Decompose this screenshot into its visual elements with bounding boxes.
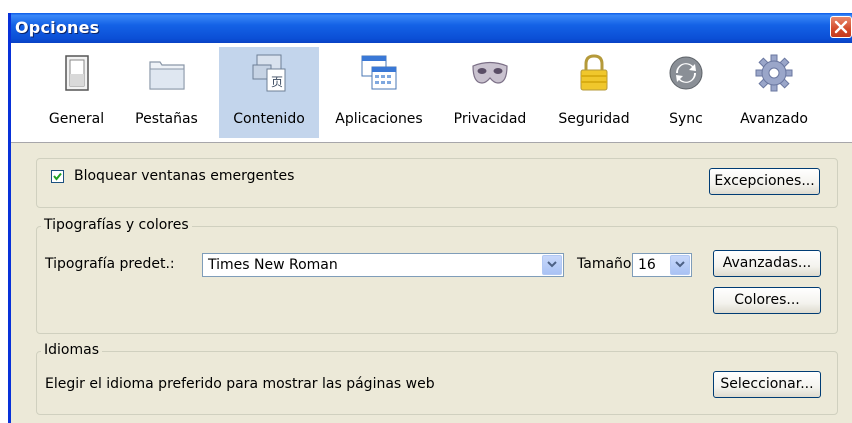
default-font-label: Tipografía predet.: (45, 256, 175, 272)
default-font-dropdown-arrow[interactable] (542, 255, 562, 275)
close-button[interactable] (830, 16, 852, 38)
sync-icon (669, 56, 703, 90)
exceptions-button[interactable]: Excepciones... (709, 168, 820, 195)
popups-group: Bloquear ventanas emergentes Excepciones… (36, 158, 838, 208)
title-bar[interactable]: Opciones (11, 13, 852, 43)
font-size-select[interactable]: 16 (632, 253, 692, 277)
languages-description: Elegir el idioma preferido para mostrar … (45, 376, 435, 392)
fonts-colors-group: Tipografías y colores Tipografía predet.… (36, 217, 838, 334)
tab-security-label: Seguridad (558, 111, 630, 127)
chevron-down-icon (547, 261, 557, 268)
mask-icon (472, 61, 508, 84)
options-dialog: Opciones General Pestañas 页 Contenido Ap… (8, 13, 852, 423)
content-icon: 页 (252, 54, 286, 92)
select-language-button[interactable]: Seleccionar... (713, 371, 821, 398)
fonts-colors-legend: Tipografías y colores (41, 217, 192, 233)
close-icon (834, 20, 848, 34)
checkmark-icon (53, 172, 62, 181)
tab-sync[interactable]: Sync (656, 47, 716, 138)
tab-security[interactable]: Seguridad (549, 47, 639, 138)
default-font-select[interactable]: Times New Roman (202, 253, 564, 277)
font-size-dropdown-arrow[interactable] (670, 255, 690, 275)
font-size-value: 16 (638, 257, 656, 273)
tab-sync-label: Sync (669, 111, 703, 127)
tab-privacy-label: Privacidad (453, 111, 527, 127)
switch-icon (64, 55, 89, 91)
tab-privacy[interactable]: Privacidad (445, 47, 535, 138)
block-popups-label: Bloquear ventanas emergentes (74, 168, 295, 184)
tab-applications[interactable]: Aplicaciones (329, 47, 429, 138)
tab-tabs-label: Pestañas (135, 111, 198, 127)
tabs-icon (148, 61, 185, 90)
tab-tabs[interactable]: Pestañas (124, 47, 209, 138)
advanced-fonts-button[interactable]: Avanzadas... (713, 250, 821, 277)
tab-applications-label: Aplicaciones (335, 111, 423, 127)
tab-general[interactable]: General (39, 47, 114, 138)
tab-content-label: Contenido (233, 111, 305, 127)
padlock-icon (580, 54, 608, 91)
tab-general-label: General (48, 111, 105, 127)
svg-text:页: 页 (271, 75, 283, 89)
default-font-value: Times New Roman (208, 257, 338, 273)
languages-group: Idiomas Elegir el idioma preferido para … (36, 342, 838, 415)
preferences-toolbar: General Pestañas 页 Contenido Aplicacione… (11, 43, 852, 143)
tab-advanced-label: Avanzado (740, 111, 808, 127)
size-label: Tamaño: (577, 256, 637, 272)
colors-button[interactable]: Colores... (713, 287, 821, 314)
languages-legend: Idiomas (41, 342, 102, 358)
tab-advanced[interactable]: Avanzado (729, 47, 819, 138)
tab-content[interactable]: 页 Contenido (219, 47, 319, 138)
chevron-down-icon (675, 261, 685, 268)
gear-icon (755, 54, 793, 92)
applications-icon (361, 55, 397, 90)
window-title: Opciones (15, 18, 100, 37)
block-popups-checkbox[interactable] (51, 170, 64, 183)
